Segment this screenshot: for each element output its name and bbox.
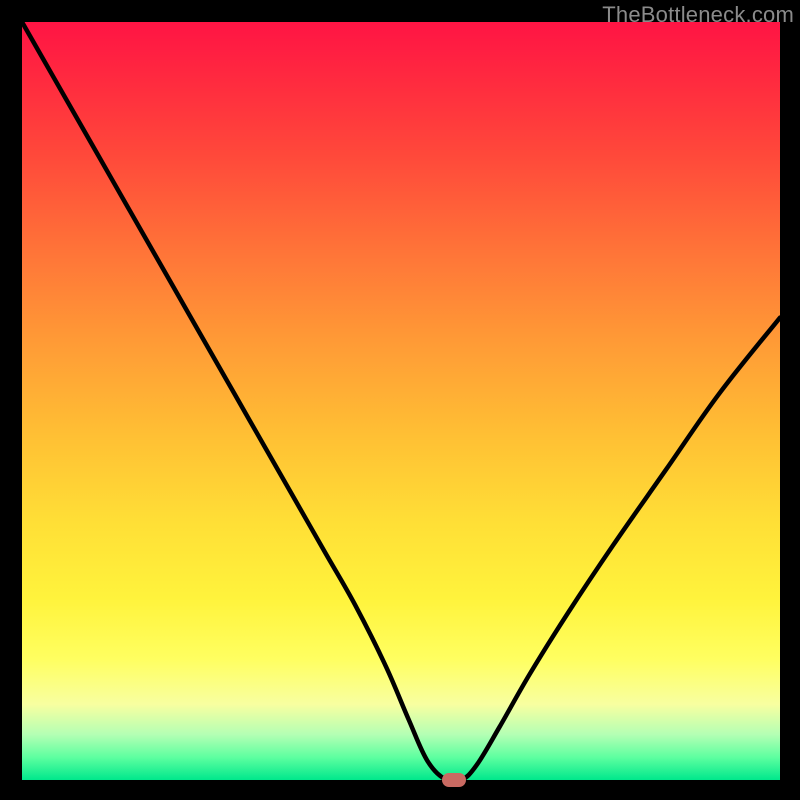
watermark-text: TheBottleneck.com [602, 2, 794, 28]
plot-area [22, 22, 780, 780]
optimum-marker [442, 773, 466, 787]
chart-frame: TheBottleneck.com [0, 0, 800, 800]
bottleneck-curve [22, 22, 780, 780]
